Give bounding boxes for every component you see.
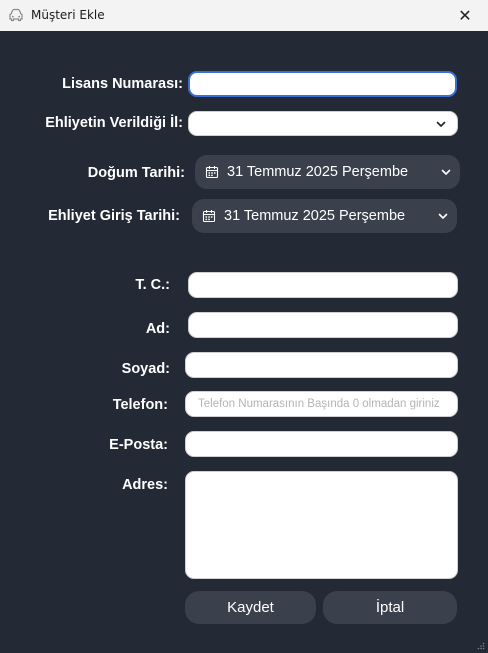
birth-date-value: 31 Temmuz 2025 Perşembe (227, 164, 409, 180)
tc-input[interactable] (188, 272, 458, 298)
close-icon: ✕ (458, 7, 472, 25)
birth-date-picker[interactable]: 31 Temmuz 2025 Perşembe (195, 155, 460, 189)
title-bar: Müşteri Ekle ✕ (0, 0, 488, 32)
window-title: Müşteri Ekle (31, 8, 105, 22)
phone-placeholder: Telefon Numarasının Başında 0 olmadan gi… (198, 398, 440, 410)
license-date-label: Ehliyet Giriş Tarihi: (48, 208, 180, 224)
chevron-down-icon (441, 169, 451, 175)
surname-label: Soyad: (121, 361, 170, 377)
calendar-icon (205, 166, 219, 179)
close-button[interactable]: ✕ (442, 0, 488, 31)
name-input[interactable] (188, 312, 458, 338)
address-textarea[interactable] (185, 471, 458, 579)
birth-date-label: Doğum Tarihi: (87, 165, 185, 181)
calendar-icon (202, 210, 216, 223)
form-panel: Lisans Numarası: Ehliyetin Verildiği İl:… (0, 31, 488, 653)
cancel-button[interactable]: İptal (323, 591, 457, 624)
email-label: E-Posta: (109, 437, 168, 453)
license-date-picker[interactable]: 31 Temmuz 2025 Perşembe (192, 199, 457, 233)
name-label: Ad: (145, 321, 170, 337)
phone-label: Telefon: (112, 397, 168, 413)
chevron-down-icon (436, 121, 446, 127)
tc-label: T. C.: (135, 277, 170, 293)
save-button-label: Kaydet (227, 599, 274, 616)
cancel-button-label: İptal (375, 599, 405, 616)
surname-input[interactable] (185, 352, 458, 378)
phone-input[interactable]: Telefon Numarasının Başında 0 olmadan gi… (185, 391, 458, 417)
chevron-down-icon (438, 213, 448, 219)
email-input[interactable] (185, 431, 458, 457)
license-number-label: Lisans Numarası: (62, 76, 183, 92)
save-button[interactable]: Kaydet (185, 591, 316, 624)
license-province-select[interactable] (188, 111, 458, 136)
license-number-input[interactable] (188, 71, 457, 97)
address-label: Adres: (122, 477, 168, 493)
resize-grip-icon[interactable] (477, 642, 485, 650)
license-province-label: Ehliyetin Verildiği İl: (45, 115, 183, 131)
license-date-value: 31 Temmuz 2025 Perşembe (224, 208, 406, 224)
car-icon (9, 8, 23, 22)
